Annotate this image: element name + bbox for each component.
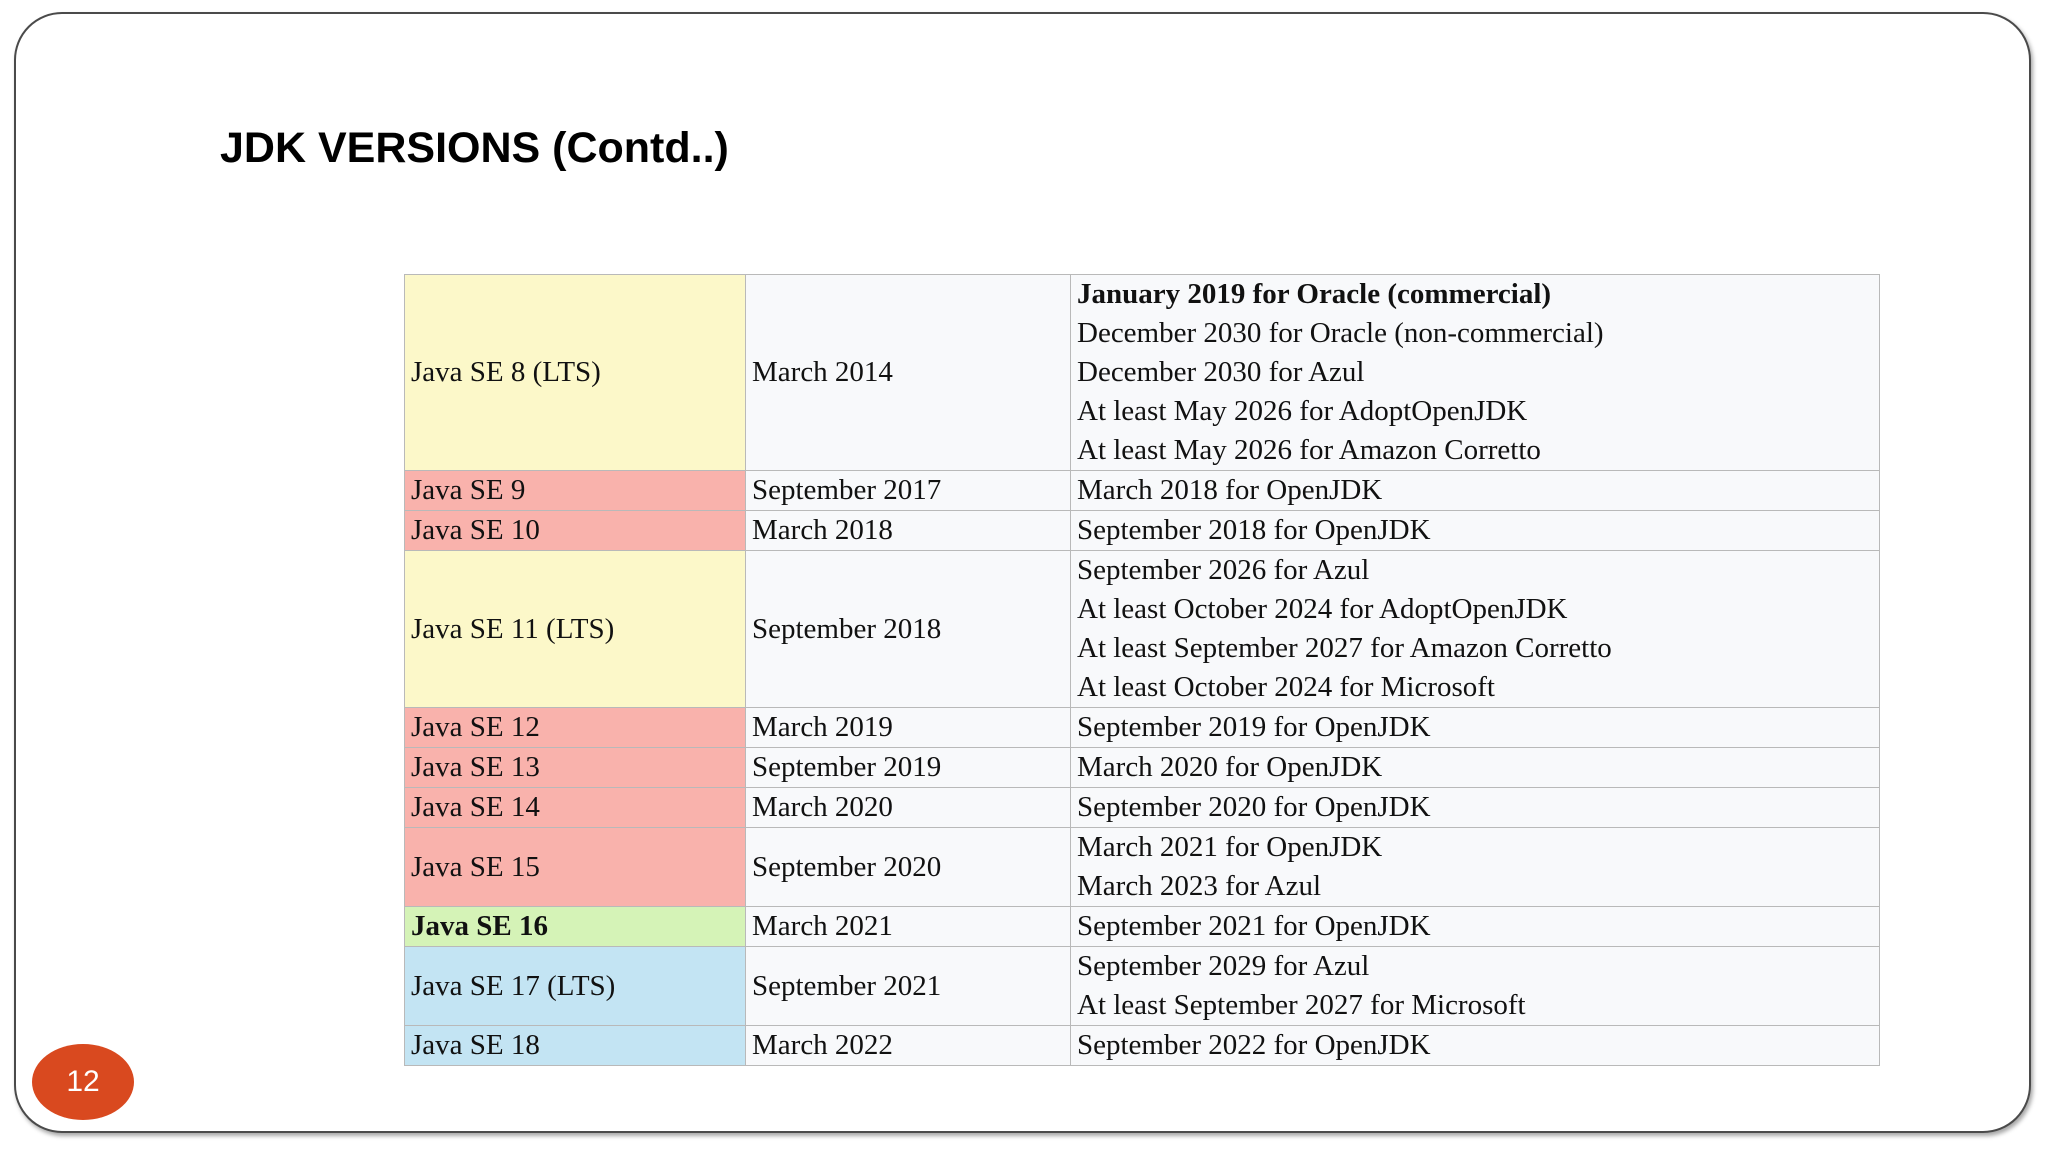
version-cell: Java SE 16 [404, 906, 746, 947]
release-date-cell: March 2020 [745, 787, 1071, 828]
support-line: At least May 2026 for AdoptOpenJDK [1077, 395, 1528, 427]
table-row: Java SE 10 March 2018 September 2018 for O… [404, 510, 1880, 551]
slide-title: JDK VERSIONS (Contd..) [220, 124, 729, 172]
jdk-versions-table: Java SE 8 (LTS) March 2014 January 2019 fo… [404, 274, 1880, 1066]
support-line: January 2019 for Oracle (commercial) [1077, 278, 1552, 310]
table-row: Java SE 15 September 2020 March 2021 for O… [404, 827, 1880, 907]
support-line: March 2023 for Azul [1077, 870, 1322, 902]
support-until-cell: September 2026 for Azul At least October … [1070, 550, 1880, 708]
version-cell: Java SE 11 (LTS) [404, 550, 746, 708]
support-line: December 2030 for Azul [1077, 356, 1365, 388]
version-cell: Java SE 12 [404, 707, 746, 748]
slide-frame: JDK VERSIONS (Contd..) Java SE 8 (LTS) Ma… [14, 12, 2031, 1133]
release-date-cell: September 2020 [745, 827, 1071, 907]
support-line: September 2021 for OpenJDK [1077, 910, 1431, 942]
table-row: Java SE 8 (LTS) March 2014 January 2019 fo… [404, 274, 1880, 471]
support-line: March 2018 for OpenJDK [1077, 474, 1383, 506]
table-row: Java SE 18 March 2022 September 2022 for O… [404, 1025, 1880, 1066]
version-cell: Java SE 17 (LTS) [404, 946, 746, 1026]
release-date-cell: March 2018 [745, 510, 1071, 551]
release-date-cell: March 2022 [745, 1025, 1071, 1066]
support-until-cell: September 2022 for OpenJDK [1070, 1025, 1880, 1066]
release-date-cell: September 2021 [745, 946, 1071, 1026]
support-until-cell: March 2020 for OpenJDK [1070, 747, 1880, 788]
table-row: Java SE 16 March 2021 September 2021 for O… [404, 906, 1880, 947]
support-line: At least October 2024 for Microsoft [1077, 671, 1495, 703]
table-row: Java SE 13 September 2019 March 2020 for O… [404, 747, 1880, 788]
release-date-cell: September 2017 [745, 470, 1071, 511]
jdk-versions-table-container: Java SE 8 (LTS) March 2014 January 2019 fo… [404, 274, 1880, 1066]
release-date-cell: September 2018 [745, 550, 1071, 708]
support-line: September 2022 for OpenJDK [1077, 1029, 1431, 1061]
support-line: At least September 2027 for Amazon Corre… [1077, 632, 1612, 664]
release-date-cell: March 2021 [745, 906, 1071, 947]
support-until-cell: March 2021 for OpenJDK March 2023 for Azu… [1070, 827, 1880, 907]
table-body: Java SE 8 (LTS) March 2014 January 2019 fo… [404, 274, 1880, 1066]
support-line: September 2026 for Azul [1077, 554, 1370, 586]
support-until-cell: March 2018 for OpenJDK [1070, 470, 1880, 511]
support-line: September 2029 for Azul [1077, 950, 1370, 982]
support-until-cell: September 2029 for Azul At least Septembe… [1070, 946, 1880, 1026]
support-until-cell: September 2019 for OpenJDK [1070, 707, 1880, 748]
version-cell: Java SE 9 [404, 470, 746, 511]
version-cell: Java SE 15 [404, 827, 746, 907]
support-line: September 2018 for OpenJDK [1077, 514, 1431, 546]
support-line: September 2020 for OpenJDK [1077, 791, 1431, 823]
support-line: December 2030 for Oracle (non-commercial… [1077, 317, 1604, 349]
support-line: At least May 2026 for Amazon Corretto [1077, 434, 1541, 466]
table-row: Java SE 14 March 2020 September 2020 for O… [404, 787, 1880, 828]
table-row: Java SE 17 (LTS) September 2021 September … [404, 946, 1880, 1026]
table-row: Java SE 12 March 2019 September 2019 for O… [404, 707, 1880, 748]
page-number-badge: 12 [32, 1044, 134, 1120]
version-cell: Java SE 13 [404, 747, 746, 788]
support-until-cell: September 2020 for OpenJDK [1070, 787, 1880, 828]
version-cell: Java SE 18 [404, 1025, 746, 1066]
release-date-cell: March 2014 [745, 274, 1071, 471]
support-line: March 2021 for OpenJDK [1077, 831, 1383, 863]
support-line: March 2020 for OpenJDK [1077, 751, 1383, 783]
release-date-cell: March 2019 [745, 707, 1071, 748]
release-date-cell: September 2019 [745, 747, 1071, 788]
support-until-cell: January 2019 for Oracle (commercial) Dece… [1070, 274, 1880, 471]
version-cell: Java SE 14 [404, 787, 746, 828]
version-cell: Java SE 8 (LTS) [404, 274, 746, 471]
support-line: September 2019 for OpenJDK [1077, 711, 1431, 743]
table-row: Java SE 11 (LTS) September 2018 September … [404, 550, 1880, 708]
table-row: Java SE 9 September 2017 March 2018 for Op… [404, 470, 1880, 511]
support-line: At least September 2027 for Microsoft [1077, 989, 1526, 1021]
support-until-cell: September 2018 for OpenJDK [1070, 510, 1880, 551]
version-cell: Java SE 10 [404, 510, 746, 551]
support-line: At least October 2024 for AdoptOpenJDK [1077, 593, 1568, 625]
support-until-cell: September 2021 for OpenJDK [1070, 906, 1880, 947]
